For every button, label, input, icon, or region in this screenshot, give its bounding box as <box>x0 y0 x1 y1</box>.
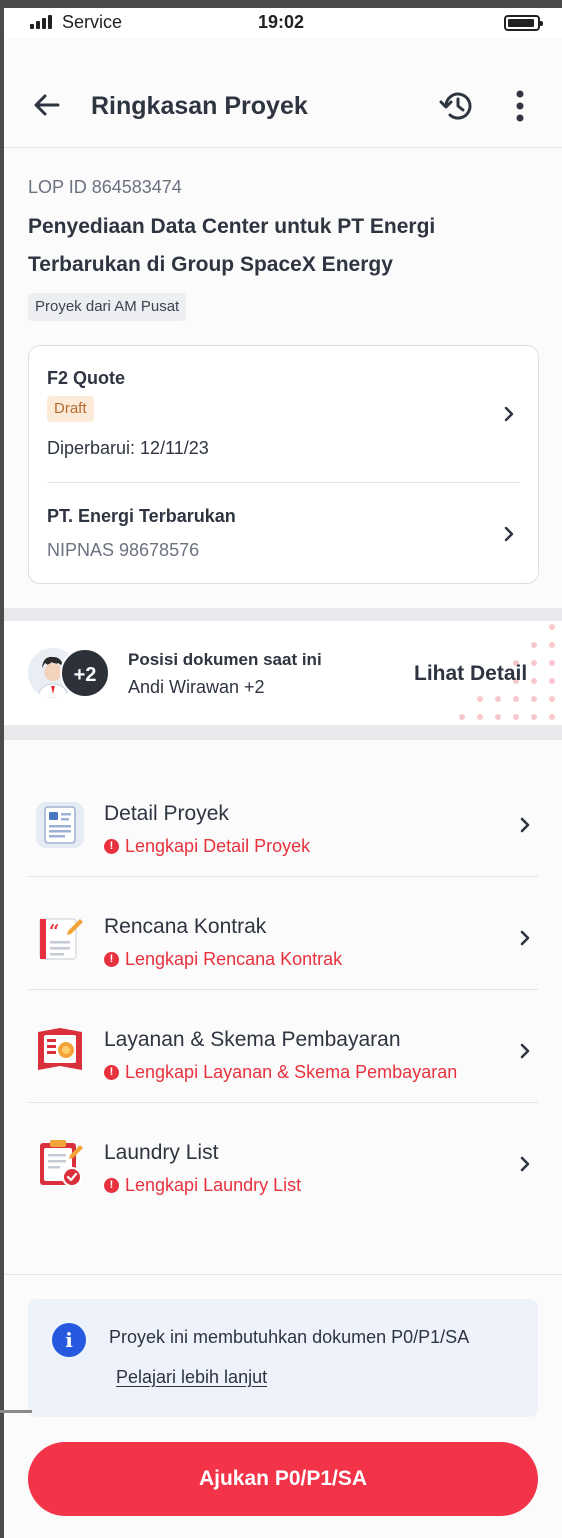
quote-title: F2 Quote <box>47 368 126 388</box>
menu-item-title: Rencana Kontrak <box>104 915 267 938</box>
warning-text: ! Lengkapi Laundry List <box>104 1175 301 1196</box>
app-bar: Ringkasan Proyek <box>4 38 562 148</box>
learn-more-link[interactable]: Pelajari lebih lanjut <box>116 1367 267 1388</box>
alert-icon: ! <box>104 1065 119 1080</box>
divider <box>4 1274 562 1275</box>
info-icon: i <box>52 1323 86 1357</box>
chevron-right-icon <box>504 526 514 542</box>
payment-scheme-icon <box>38 1028 82 1070</box>
chevron-right-icon <box>520 1043 530 1059</box>
quote-card: F2 Quote Draft Diperbarui: 12/11/23 PT. … <box>28 345 539 584</box>
lop-id: LOP ID 864583474 <box>28 177 182 197</box>
document-list-icon <box>36 802 84 848</box>
chevron-right-icon <box>520 817 530 833</box>
nipnas-number: NIPNAS 98678576 <box>47 540 200 560</box>
menu-item-title: Laundry List <box>104 1141 219 1164</box>
warning-text: ! Lengkapi Detail Proyek <box>104 836 310 857</box>
document-position-label: Posisi dokumen saat ini <box>128 650 322 669</box>
extra-count-badge: +2 <box>60 648 110 698</box>
more-options-icon[interactable] <box>506 88 534 124</box>
document-position-row[interactable]: +2 Posisi dokumen saat ini Andi Wirawan … <box>4 621 562 725</box>
menu-item-title: Detail Proyek <box>104 802 229 825</box>
alert-icon: ! <box>104 839 119 854</box>
company-name: PT. Energi Terbarukan <box>47 506 236 526</box>
menu-item-rencana-kontrak[interactable]: “ Rencana Kontrak ! Lengkapi Rencana Kont… <box>28 877 538 990</box>
device-frame-top <box>0 0 562 8</box>
carrier-label: Service <box>62 12 123 32</box>
contract-plan-icon: “ <box>39 918 83 960</box>
section-divider <box>4 725 562 740</box>
chevron-right-icon <box>520 930 530 946</box>
warning-text: ! Lengkapi Rencana Kontrak <box>104 949 342 970</box>
chevron-right-icon <box>520 1156 530 1172</box>
document-holder: Andi Wirawan +2 <box>128 677 265 697</box>
project-source-tag: Proyek dari AM Pusat <box>28 293 187 321</box>
status-bar: Service 19:02 <box>4 8 562 38</box>
chevron-right-icon <box>504 406 514 422</box>
section-divider <box>4 608 562 621</box>
updated-date: Diperbarui: 12/11/23 <box>47 438 209 458</box>
alert-icon: ! <box>104 952 119 967</box>
history-icon[interactable] <box>439 88 475 124</box>
menu-item-laundry-list[interactable]: Laundry List ! Lengkapi Laundry List <box>28 1103 538 1216</box>
quote-row[interactable]: F2 Quote Draft Diperbarui: 12/11/23 <box>29 346 538 482</box>
info-banner: i Proyek ini membutuhkan dokumen P0/P1/S… <box>28 1299 538 1417</box>
status-badge: Draft <box>47 396 94 422</box>
battery-icon <box>504 15 543 31</box>
project-menu: Detail Proyek ! Lengkapi Detail Proyek “ … <box>4 740 562 1275</box>
view-detail-link[interactable]: Lihat Detail <box>414 662 527 686</box>
warning-text: ! Lengkapi Layanan & Skema Pembayaran <box>104 1062 457 1083</box>
device-side-mark <box>0 1410 32 1413</box>
project-title: Penyediaan Data Center untuk PT Energi T… <box>28 215 436 276</box>
laundry-list-icon <box>40 1140 83 1187</box>
company-row[interactable]: PT. Energi Terbarukan NIPNAS 98678576 <box>29 483 538 583</box>
back-arrow-icon[interactable] <box>32 90 62 120</box>
menu-item-layanan-skema-pembayaran[interactable]: Layanan & Skema Pembayaran ! Lengkapi Lay… <box>28 990 538 1103</box>
info-text: Proyek ini membutuhkan dokumen P0/P1/SA <box>109 1327 470 1347</box>
submit-p0-p1-sa-button[interactable]: Ajukan P0/P1/SA <box>28 1442 538 1516</box>
signal-icon <box>30 15 52 29</box>
menu-item-detail-proyek[interactable]: Detail Proyek ! Lengkapi Detail Proyek <box>28 764 538 877</box>
menu-item-title: Layanan & Skema Pembayaran <box>104 1028 401 1051</box>
page-title: Ringkasan Proyek <box>91 92 308 120</box>
alert-icon: ! <box>104 1178 119 1193</box>
clock: 19:02 <box>258 12 305 32</box>
svg-text:“: “ <box>49 921 59 942</box>
